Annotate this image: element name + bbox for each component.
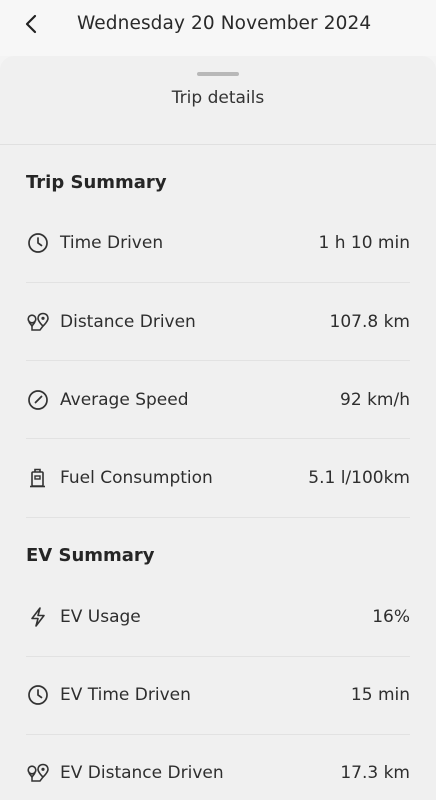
row-label: EV Usage [60,607,141,627]
fuel-pump-icon [26,466,50,490]
row-ev-usage: EV Usage 16% [26,597,410,637]
row-ev-time-driven: EV Time Driven 15 min [26,675,410,715]
drag-handle[interactable] [197,72,239,76]
row-value: 92 km/h [340,390,410,410]
header-bar: Wednesday 20 November 2024 [0,0,436,56]
row-distance-driven: Distance Driven 107.8 km [26,302,410,342]
row-value: 107.8 km [329,312,410,332]
clock-icon [26,231,50,255]
row-label: EV Time Driven [60,685,191,705]
ev-summary-title: EV Summary [26,545,155,566]
clock-icon [26,683,50,707]
divider [26,282,410,283]
speedometer-icon [26,388,50,412]
chevron-left-icon [24,14,38,34]
row-label: Average Speed [60,390,189,410]
row-value: 1 h 10 min [318,233,411,253]
divider [26,360,410,361]
divider [26,438,410,439]
row-value: 17.3 km [340,763,410,783]
row-value: 16% [372,607,410,627]
lightning-icon [26,605,50,629]
row-time-driven: Time Driven 1 h 10 min [26,223,410,263]
route-pin-icon [26,761,50,785]
row-label: Time Driven [60,233,164,253]
divider [26,517,410,518]
row-value: 5.1 l/100km [308,468,410,488]
row-label: Distance Driven [60,312,196,332]
route-pin-icon [26,310,50,334]
header-date: Wednesday 20 November 2024 [77,13,372,34]
back-button[interactable] [18,11,44,37]
row-label: Fuel Consumption [60,468,213,488]
sheet-title: Trip details [171,88,265,108]
row-label: EV Distance Driven [60,763,224,783]
row-ev-distance-driven: EV Distance Driven 17.3 km [26,753,410,793]
divider [26,656,410,657]
row-value: 15 min [350,685,410,705]
trip-summary-title: Trip Summary [26,172,167,193]
divider [0,144,436,145]
row-fuel-consumption: Fuel Consumption 5.1 l/100km [26,458,410,498]
row-average-speed: Average Speed 92 km/h [26,380,410,420]
divider [26,734,410,735]
